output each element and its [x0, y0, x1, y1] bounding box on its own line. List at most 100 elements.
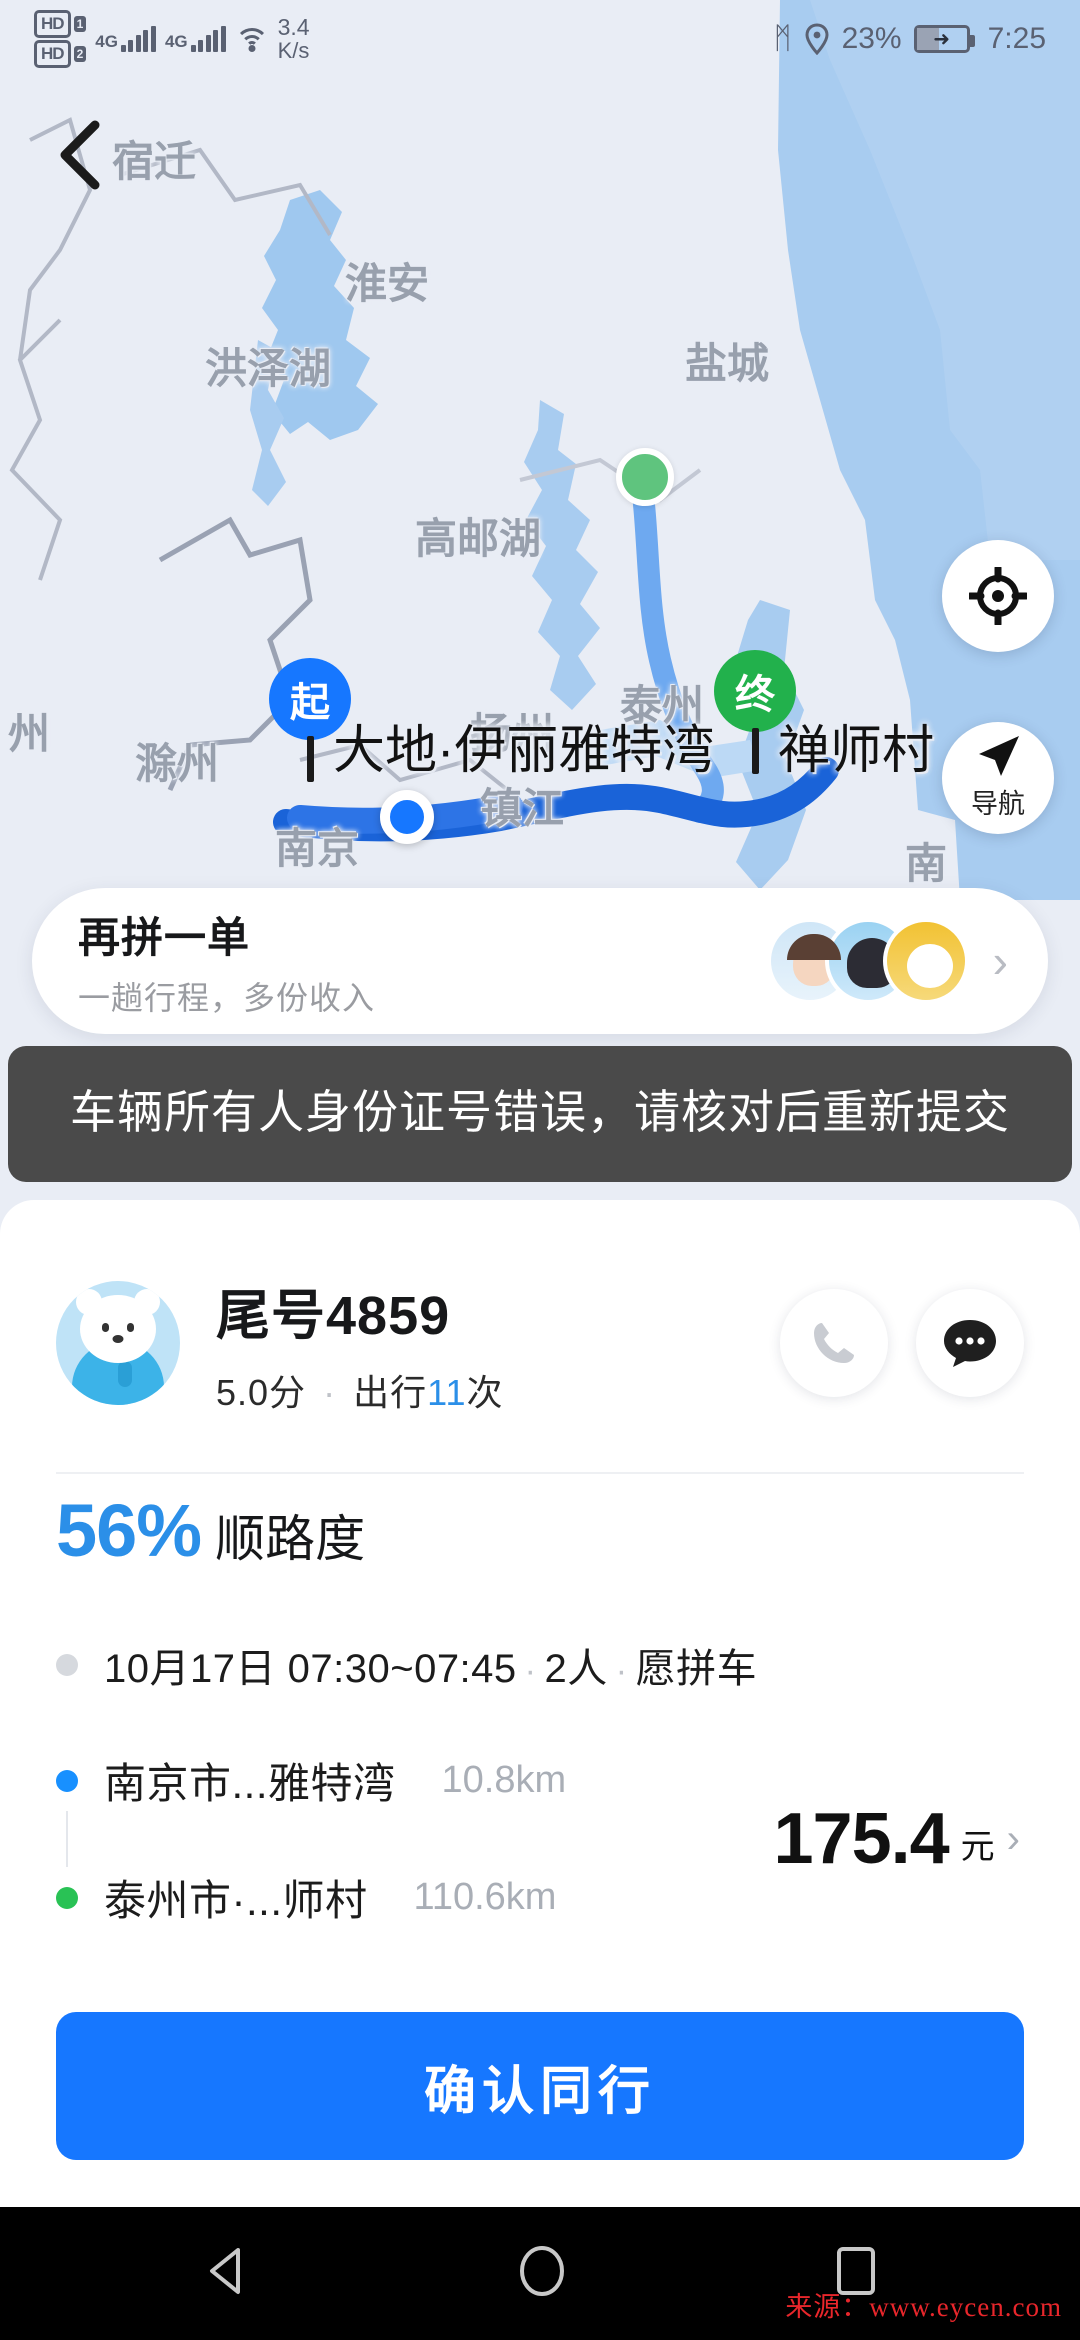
navigation-arrow-icon [979, 735, 1019, 776]
promo-title: 再拼一单 [78, 913, 251, 961]
avatar [882, 918, 969, 1004]
back-chevron-icon [60, 120, 100, 190]
confirm-button[interactable]: 确认同行 [56, 2012, 1024, 2160]
battery-charging-icon: ➜ [913, 25, 975, 53]
price-block[interactable]: 175.4 元 › [773, 1798, 1020, 1880]
map-label-zhou: 州 [8, 710, 51, 757]
trip-time-text: 10月17日 07:30~07:45 · 2人 · 愿拼车 [104, 1636, 757, 1694]
hd-label-1: HD [34, 10, 71, 38]
chevron-right-icon[interactable]: › [1007, 1817, 1020, 1862]
network-type-1: 4G [95, 32, 118, 51]
signal-2: 4G [165, 26, 226, 52]
navigation-button-label: 导航 [971, 788, 1025, 819]
map-label-zhenjiang: 镇江 [480, 785, 565, 832]
map-label-suqian: 宿迁 [112, 138, 197, 185]
trip-carpool: 愿拼车 [635, 1647, 758, 1691]
destination-row: 泰州市·...师村 110.6km [56, 1867, 773, 1928]
origin-row: 南京市...雅特湾 10.8km [56, 1750, 773, 1811]
chat-bubble-icon [944, 1320, 996, 1367]
start-poi-label: 大地·伊丽雅特湾 [333, 722, 715, 780]
battery-percent: 23% [841, 22, 902, 55]
trip-price: 175.4 [773, 1799, 949, 1879]
driver-trips-suffix: 次 [466, 1371, 504, 1413]
network-type-2: 4G [164, 32, 188, 51]
locate-button[interactable] [942, 540, 1054, 652]
sim-number-2: 2 [73, 46, 87, 62]
map-label-chuzhou: 滁州 [135, 740, 220, 787]
map-label-yancheng: 盐城 [685, 340, 770, 387]
driver-row[interactable]: 尾号4859 5.0分 · 出行11次 [0, 1248, 1080, 1438]
phone-icon [814, 1323, 854, 1363]
driver-plate: 尾号4859 [216, 1285, 451, 1346]
hd-label-2: HD [34, 40, 71, 68]
location-icon [805, 23, 829, 55]
network-speed: 3.4 K/s [278, 15, 310, 63]
match-rate-row: 56% 顺路度 [56, 1488, 365, 1573]
crosshair-locate-icon [969, 567, 1027, 625]
map-label-nan: 南 [905, 840, 948, 887]
match-label: 顺路度 [215, 1511, 366, 1567]
hd-sim2: HD 2 [34, 40, 87, 68]
trip-passengers: 2人 [544, 1647, 608, 1691]
origin-bullet-icon [56, 1769, 78, 1792]
back-button[interactable] [44, 120, 114, 190]
bear-avatar-icon [56, 1281, 180, 1405]
destination-bullet-icon [56, 1886, 78, 1909]
waypoint-marker[interactable] [616, 448, 674, 506]
driver-trips-count: 11 [427, 1371, 467, 1413]
origin-distance: 10.8km [441, 1759, 567, 1801]
end-poi-label: 禅师村 [778, 722, 935, 780]
signal-1: 4G [95, 26, 156, 52]
driver-trips-prefix: 出行 [353, 1371, 428, 1413]
wifi-icon [234, 26, 269, 52]
trip-address-block[interactable]: 南京市...雅特湾 10.8km 泰州市·...师村 110.6km 175.4… [56, 1750, 1024, 1928]
android-home-icon [520, 2246, 564, 2296]
chevron-right-icon[interactable]: › [993, 938, 1008, 984]
trip-sep-1: · [524, 1652, 537, 1690]
promo-subtitle: 一趟行程，多份收入 [78, 979, 376, 1016]
trip-sep-2: · [615, 1652, 628, 1690]
driver-meta-separator: · [323, 1371, 337, 1413]
end-pin-stem [751, 728, 759, 774]
status-bar: HD 1 HD 2 4G 4G 3.4 K/s ᛗ 23% ➜ 7:25 [0, 0, 1080, 78]
android-home-button[interactable] [518, 2245, 566, 2302]
network-speed-unit: K/s [277, 38, 310, 63]
trip-time-range: 07:30~07:45 [287, 1647, 517, 1691]
map-label-huaian: 淮安 [345, 260, 430, 307]
phone-screen: 宿迁 淮安 洪泽湖 盐城 高邮湖 扬州 泰州 镇江 滁州 南京 南 州 起 终 … [0, 0, 1080, 2340]
match-percent: 56% [56, 1489, 202, 1572]
navigation-button[interactable]: 导航 [942, 722, 1054, 834]
error-toast-message: 车辆所有人身份证号错误，请核对后重新提交 [70, 1086, 1010, 1138]
status-bar-left: HD 1 HD 2 4G 4G 3.4 K/s [34, 10, 310, 68]
driver-info: 尾号4859 5.0分 · 出行11次 [216, 1271, 752, 1416]
trip-time-line: 10月17日 07:30~07:45 · 2人 · 愿拼车 [56, 1636, 1024, 1694]
signal-bars-2 [190, 26, 226, 52]
map-label-gaoyouhu: 高邮湖 [415, 515, 542, 562]
promo-text: 再拼一单 一趟行程，多份收入 [78, 904, 767, 1019]
bluetooth-icon: ᛗ [773, 22, 792, 55]
message-button[interactable] [916, 1289, 1024, 1397]
map-label-nanjing: 南京 [275, 825, 360, 872]
trip-price-unit: 元 [960, 1828, 995, 1866]
signal-bars-1 [120, 26, 156, 52]
trip-time-row: 10月17日 07:30~07:45 · 2人 · 愿拼车 [56, 1636, 1024, 1694]
driver-meta: 5.0分 · 出行11次 [216, 1364, 752, 1416]
origin-address: 南京市...雅特湾 [104, 1760, 396, 1807]
android-back-button[interactable] [204, 2247, 248, 2300]
driver-rating: 5.0分 [216, 1371, 307, 1413]
call-button[interactable] [780, 1289, 888, 1397]
status-bar-right: ᛗ 23% ➜ 7:25 [774, 22, 1046, 56]
hd-sim1: HD 1 [34, 10, 87, 38]
time-bullet-icon [56, 1654, 78, 1676]
network-speed-value: 3.4 [277, 14, 310, 40]
hd-indicators: HD 1 HD 2 [34, 10, 87, 68]
section-divider [56, 1472, 1024, 1474]
error-toast: 车辆所有人身份证号错误，请核对后重新提交 [8, 1046, 1072, 1182]
start-pin-stem [306, 736, 314, 782]
map-label-hongzehu: 洪泽湖 [205, 345, 332, 392]
trip-date: 10月17日 [104, 1647, 276, 1691]
carpool-promo-card[interactable]: 再拼一单 一趟行程，多份收入 › [32, 888, 1048, 1034]
destination-address: 泰州市·...师村 [104, 1877, 368, 1924]
address-list: 南京市...雅特湾 10.8km 泰州市·...师村 110.6km [56, 1750, 773, 1928]
android-back-icon [210, 2248, 240, 2294]
